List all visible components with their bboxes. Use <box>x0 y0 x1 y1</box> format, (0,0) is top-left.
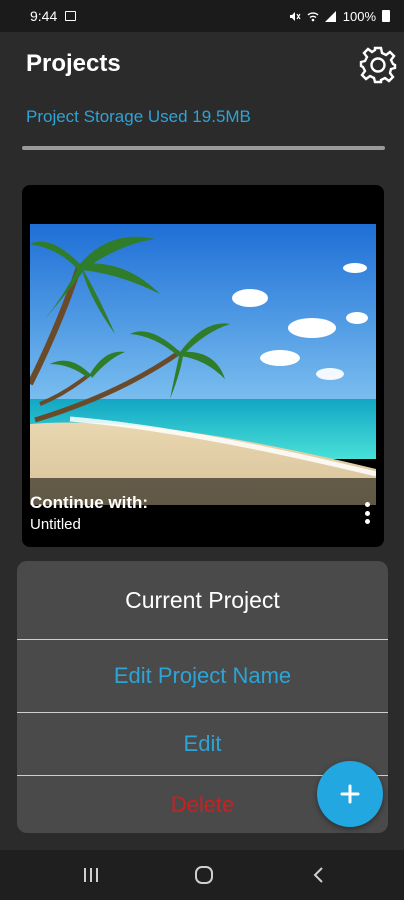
battery-percent: 100% <box>342 8 376 24</box>
signal-icon <box>324 10 336 22</box>
storage-bar <box>22 146 385 150</box>
project-thumbnail[interactable] <box>30 224 376 505</box>
image-icon <box>65 11 77 21</box>
add-project-button[interactable] <box>317 761 383 827</box>
project-card[interactable]: Continue with: Untitled <box>22 185 384 547</box>
project-name: Untitled <box>30 516 81 533</box>
app-bar: Projects <box>0 32 404 98</box>
status-bar: 9:44 100% <box>0 0 404 32</box>
gear-icon <box>359 46 397 84</box>
status-time: 9:44 <box>30 8 58 24</box>
recents-icon <box>84 868 98 882</box>
continue-label: Continue with: <box>30 493 149 512</box>
battery-icon <box>382 10 390 22</box>
settings-button[interactable] <box>357 44 399 86</box>
storage-used-text: Project Storage Used 19.5MB <box>26 107 251 126</box>
wifi-icon <box>307 11 319 21</box>
plus-icon <box>340 784 360 804</box>
sheet-title: Current Project <box>125 586 280 613</box>
system-nav-bar <box>0 850 404 900</box>
home-button[interactable] <box>184 860 224 890</box>
page-title: Projects <box>26 50 121 77</box>
home-icon <box>195 866 213 884</box>
more-vertical-icon[interactable] <box>360 500 374 526</box>
mute-icon <box>289 11 301 21</box>
recents-button[interactable] <box>71 860 111 890</box>
back-button[interactable] <box>298 860 338 890</box>
edit-project-name-button[interactable]: Edit Project Name <box>17 640 388 712</box>
back-icon <box>313 867 323 883</box>
